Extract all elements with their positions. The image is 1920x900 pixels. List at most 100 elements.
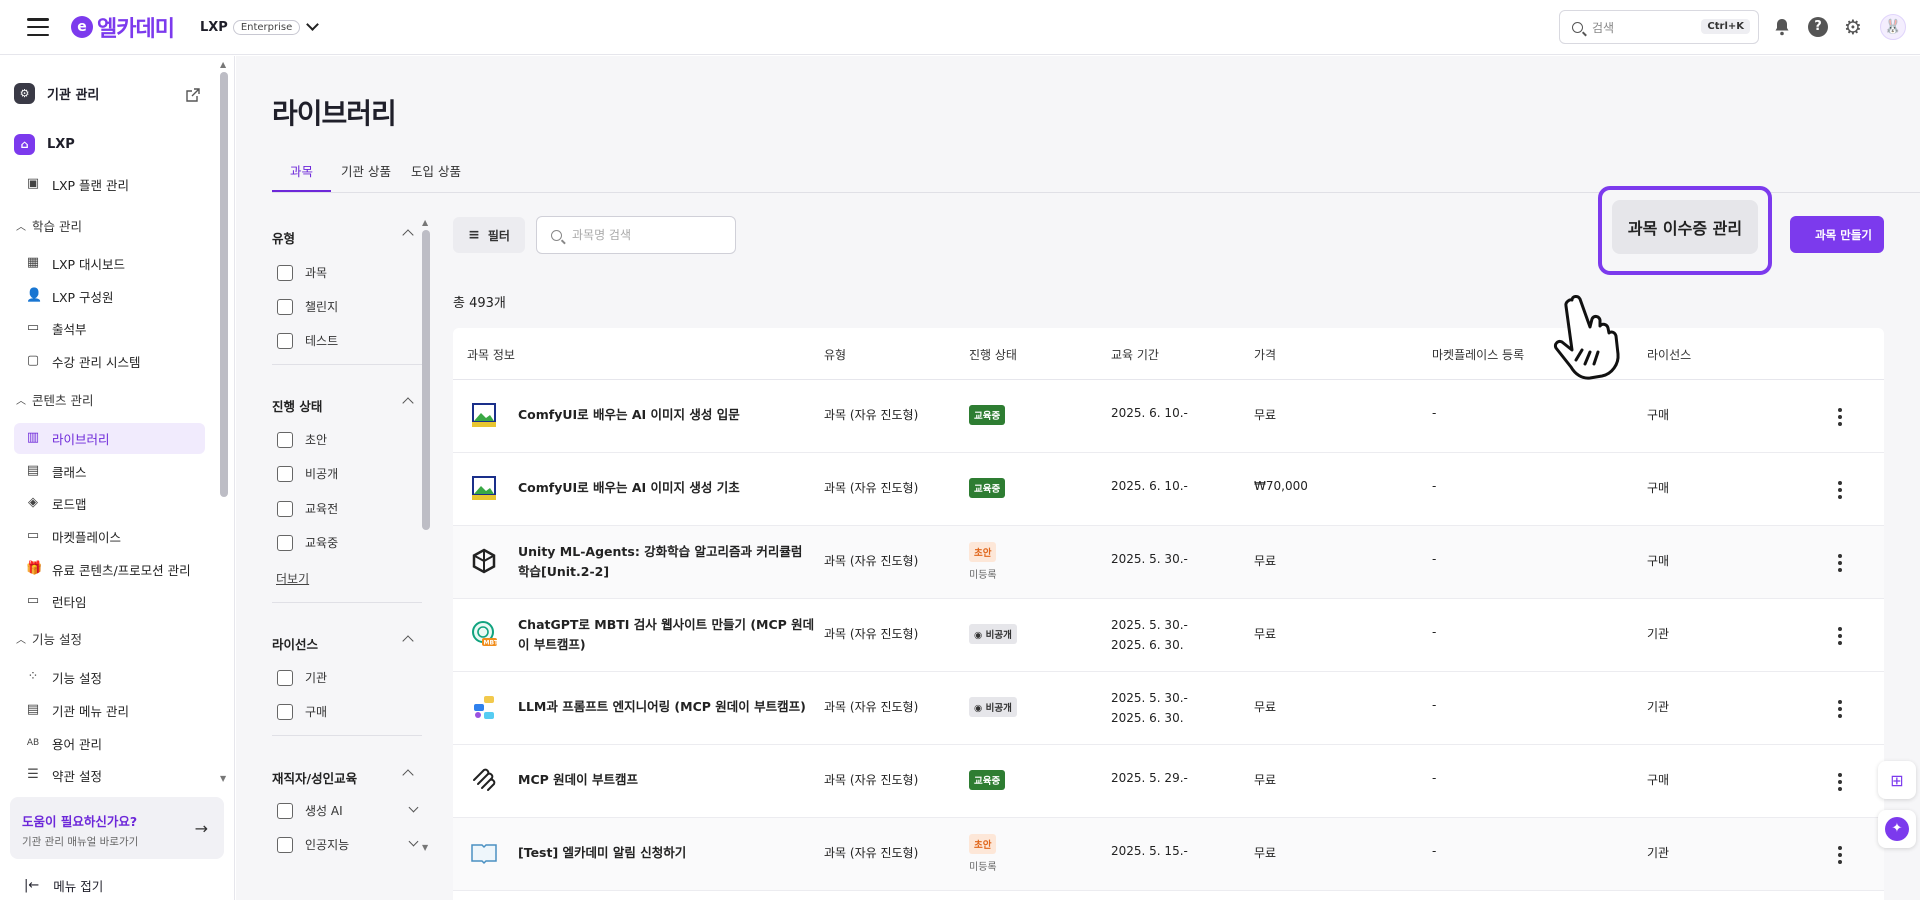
more-options-icon[interactable]	[1838, 846, 1842, 867]
chevron-down-icon[interactable]	[306, 18, 320, 31]
table-row[interactable]: Unity ML-Agents: 강화학습 알고리즘과 커리큘럼 학습[Unit…	[453, 526, 1884, 599]
course-search-box[interactable]	[536, 216, 736, 254]
filter-option[interactable]: 생성 AI	[277, 802, 419, 819]
sidebar-item-policy[interactable]: ☰ 약관 설정	[26, 764, 102, 786]
sidebar-item-lxp-plan[interactable]: ▣ LXP 플랜 관리	[26, 173, 129, 195]
sidebar-item-library[interactable]: ▥ 라이브러리	[26, 427, 110, 449]
ai-assistant-button[interactable]: ✦	[1878, 810, 1916, 848]
checkbox[interactable]	[277, 500, 293, 517]
checkbox[interactable]	[277, 298, 293, 315]
filter-more-link[interactable]: 더보기	[276, 570, 309, 587]
filter-option[interactable]: 챌린지	[277, 298, 417, 315]
checkbox[interactable]	[277, 264, 293, 281]
filter-scrollbar[interactable]: ▲ ▼	[422, 218, 430, 858]
org-name[interactable]: LXP	[200, 20, 228, 35]
filter-option[interactable]: 비공개	[277, 465, 417, 482]
chevron-down-icon[interactable]	[408, 836, 419, 847]
bell-icon[interactable]	[1772, 17, 1792, 37]
sidebar-item-attendance[interactable]: ▭ 출석부	[26, 317, 87, 339]
sidebar-item-marketplace[interactable]: ▭ 마켓플레이스	[26, 525, 121, 547]
sidebar-scrollbar[interactable]: ▲ ▼	[220, 60, 228, 783]
sidebar-item-menu-manage[interactable]: ▤ 기관 메뉴 관리	[26, 699, 129, 721]
sidebar-item-enrollment[interactable]: ▢ 수강 관리 시스템	[26, 350, 141, 372]
sidebar-section-learning[interactable]: ︿ 학습 관리	[16, 216, 82, 235]
table-row[interactable]: LLM과 프롬프트 엔지니어링 (MCP 원데이 부트캠프) 과목 (자유 진도…	[453, 672, 1884, 745]
global-search-input[interactable]: 검색 Ctrl+K	[1559, 10, 1759, 44]
tab-adopted-products[interactable]: 도입 상품	[401, 160, 471, 192]
help-card-subtitle: 기관 관리 매뉴얼 바로가기	[22, 836, 139, 848]
table-row[interactable]: [Test] 엘카데미 알림 신청하기 과목 (자유 진도형) 초안 미등록 20…	[453, 818, 1884, 891]
sidebar-section-content[interactable]: ︿ 콘텐츠 관리	[16, 390, 93, 409]
sidebar-item-members[interactable]: 👤 LXP 구성원	[26, 285, 114, 307]
checkbox[interactable]	[277, 465, 293, 482]
course-title[interactable]: ChatGPT로 MBTI 검사 웹사이트 만들기 (MCP 원데이 부트캠프)	[518, 615, 818, 655]
sidebar-item-lxp[interactable]: ⌂ LXP	[14, 134, 75, 155]
course-title[interactable]: MCP 원데이 부트캠프	[518, 770, 818, 790]
checkbox[interactable]	[277, 669, 293, 686]
filter-option[interactable]: 테스트	[277, 332, 417, 349]
chevron-down-icon[interactable]	[408, 802, 419, 813]
filter-option[interactable]: 기관	[277, 669, 417, 686]
collapse-menu-button[interactable]: |← 메뉴 접기	[24, 876, 103, 895]
sidebar-item-paid-content[interactable]: 🎁 유료 콘텐츠/프로모션 관리	[26, 558, 191, 580]
marketplace-status: -	[1432, 625, 1437, 639]
checkbox[interactable]	[277, 534, 293, 551]
filter-option[interactable]: 인공지능	[277, 836, 419, 853]
more-options-icon[interactable]	[1838, 481, 1842, 502]
sidebar-item-dashboard[interactable]: ▦ LXP 대시보드	[26, 252, 125, 274]
checkbox[interactable]	[277, 431, 293, 448]
sidebar-section-feature[interactable]: ︿ 기능 설정	[16, 629, 82, 648]
help-card[interactable]: 도움이 필요하신가요? 기관 관리 매뉴얼 바로가기 →	[10, 797, 224, 859]
avatar[interactable]: 🐰	[1880, 14, 1906, 40]
course-title[interactable]: Unity ML-Agents: 강화학습 알고리즘과 커리큘럼 학습[Unit…	[518, 542, 818, 582]
gear-icon[interactable]: ⚙	[1844, 17, 1864, 37]
filter-group-status[interactable]: 진행 상태	[272, 396, 414, 415]
external-link-icon[interactable]	[186, 88, 200, 102]
more-options-icon[interactable]	[1838, 554, 1842, 575]
course-certificate-button[interactable]: 과목 이수증 관리	[1612, 200, 1758, 254]
hamburger-menu-icon[interactable]	[27, 18, 49, 36]
sidebar-item-class[interactable]: ▤ 클래스	[26, 460, 87, 482]
filter-button[interactable]: ≡ 필터	[453, 217, 525, 253]
filter-group-license[interactable]: 라이선스	[272, 634, 414, 653]
checkbox[interactable]	[277, 836, 293, 853]
logo[interactable]: e 엘카데미	[71, 11, 175, 43]
filter-option[interactable]: 교육중	[277, 534, 417, 551]
filter-option[interactable]: 과목	[277, 264, 417, 281]
filter-option[interactable]: 초안	[277, 431, 417, 448]
table-row[interactable]: ComfyUI로 배우는 AI 이미지 생성 입문 과목 (자유 진도형) 교육…	[453, 380, 1884, 453]
table-row[interactable]: MBTI ChatGPT로 MBTI 검사 웹사이트 만들기 (MCP 원데이 …	[453, 599, 1884, 672]
filter-scroll-thumb[interactable]	[422, 230, 430, 530]
course-title[interactable]: ComfyUI로 배우는 AI 이미지 생성 입문	[518, 405, 818, 425]
tab-org-products[interactable]: 기관 상품	[331, 160, 401, 192]
course-search-input[interactable]	[572, 228, 722, 242]
sidebar-item-feature-settings[interactable]: ⁘ 기능 설정	[26, 666, 102, 688]
filter-option[interactable]: 구매	[277, 703, 417, 720]
apps-grid-icon[interactable]: ⊞	[1878, 761, 1916, 799]
checkbox[interactable]	[277, 802, 293, 819]
sidebar-item-roadmap[interactable]: ◈ 로드맵	[26, 492, 87, 514]
filter-group-adult-edu[interactable]: 재직자/성인교육	[272, 768, 414, 787]
chevron-up-icon	[402, 397, 414, 409]
filter-group-type[interactable]: 유형	[272, 228, 414, 247]
sidebar-scroll-thumb[interactable]	[220, 72, 228, 497]
sidebar-item-org-admin[interactable]: ⚙ 기관 관리	[14, 83, 99, 104]
tab-courses[interactable]: 과목	[272, 160, 332, 192]
checkbox[interactable]	[277, 703, 293, 720]
more-options-icon[interactable]	[1838, 408, 1842, 429]
sidebar-item-terms[interactable]: AB 용어 관리	[26, 732, 102, 754]
table-row[interactable]: MCP 원데이 부트캠프 과목 (자유 진도형) 교육중 2025. 5. 29…	[453, 745, 1884, 818]
create-course-button[interactable]: 과목 만들기	[1790, 216, 1884, 253]
sidebar-item-label: 로드맵	[52, 496, 87, 512]
checkbox[interactable]	[277, 332, 293, 349]
course-title[interactable]: [Test] 엘카데미 알림 신청하기	[518, 843, 818, 863]
filter-option[interactable]: 교육전	[277, 500, 417, 517]
course-title[interactable]: LLM과 프롬프트 엔지니어링 (MCP 원데이 부트캠프)	[518, 697, 818, 717]
more-options-icon[interactable]	[1838, 773, 1842, 794]
course-title[interactable]: ComfyUI로 배우는 AI 이미지 생성 기초	[518, 478, 818, 498]
sidebar-item-runtime[interactable]: ▭ 런타임	[26, 590, 87, 612]
more-options-icon[interactable]	[1838, 627, 1842, 648]
more-options-icon[interactable]	[1838, 700, 1842, 721]
help-icon[interactable]: ?	[1808, 17, 1828, 37]
table-row[interactable]: ComfyUI로 배우는 AI 이미지 생성 기초 과목 (자유 진도형) 교육…	[453, 453, 1884, 526]
